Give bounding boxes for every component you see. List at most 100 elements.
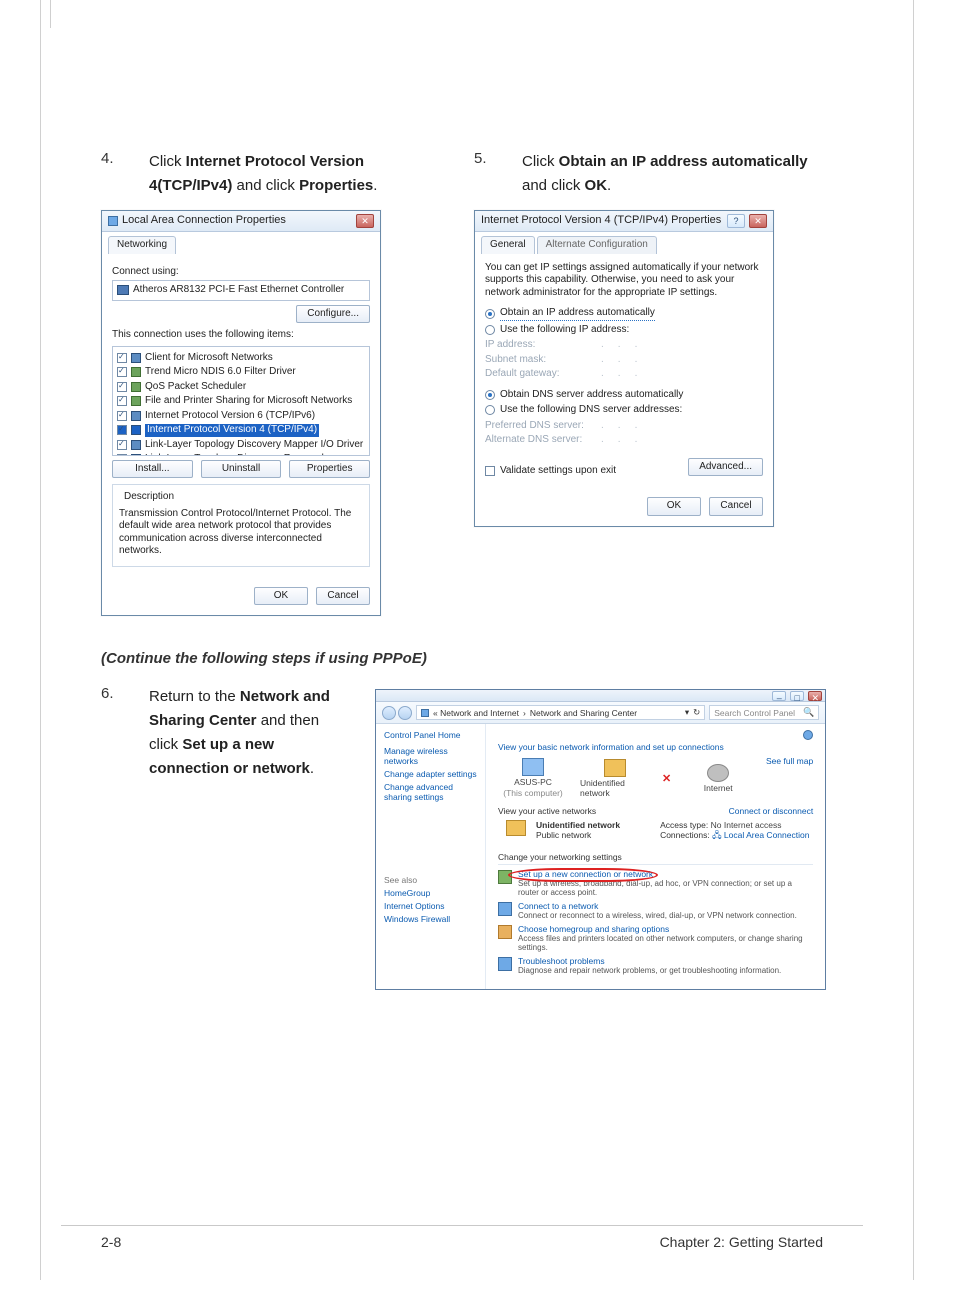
checkbox-icon[interactable] <box>117 396 127 406</box>
back-icon[interactable] <box>382 706 396 720</box>
help-icon[interactable]: ? <box>727 214 745 228</box>
main-header: View your basic network information and … <box>498 742 813 752</box>
minimize-icon[interactable]: – <box>772 691 786 701</box>
checkbox-icon[interactable] <box>117 353 127 363</box>
checkbox-icon[interactable] <box>117 382 127 392</box>
sidebar-link[interactable]: HomeGroup <box>384 888 477 898</box>
advanced-button[interactable]: Advanced... <box>688 458 763 477</box>
list-item[interactable]: Trend Micro NDIS 6.0 Filter Driver <box>117 365 365 380</box>
properties-button[interactable]: Properties <box>289 460 370 479</box>
radio-auto-ip[interactable]: Obtain an IP address automatically <box>485 307 763 321</box>
list-item[interactable]: Link-Layer Topology Discovery Mapper I/O… <box>117 438 365 453</box>
see-full-map-link[interactable]: See full map <box>753 756 813 766</box>
sidebar-home[interactable]: Control Panel Home <box>384 730 477 740</box>
control-panel-sidebar: Control Panel Home Manage wireless netwo… <box>376 724 486 989</box>
component-icon <box>131 382 141 392</box>
radio-auto-dns[interactable]: Obtain DNS server address automatically <box>485 389 763 402</box>
radio-icon[interactable] <box>485 405 495 415</box>
component-icon <box>131 425 141 435</box>
component-icon <box>131 353 141 363</box>
map-node-internet: Internet <box>683 764 753 793</box>
step4-number: 4. <box>101 150 131 198</box>
close-icon[interactable]: ✕ <box>808 691 822 701</box>
component-icon <box>131 411 141 421</box>
cancel-button[interactable]: Cancel <box>709 497 763 516</box>
globe-icon <box>707 764 729 782</box>
list-item[interactable]: Internet Protocol Version 6 (TCP/IPv6) <box>117 409 365 424</box>
tab-general[interactable]: General <box>481 236 535 254</box>
step5-text: Click Obtain an IP address automatically… <box>522 150 823 198</box>
tab-alternate[interactable]: Alternate Configuration <box>537 236 657 254</box>
description-text: Transmission Control Protocol/Internet P… <box>119 508 363 558</box>
maximize-icon[interactable]: □ <box>790 691 804 701</box>
pref-dns-row: Preferred DNS server:... <box>485 420 763 433</box>
sidebar-link[interactable]: Change advanced sharing settings <box>384 782 477 802</box>
task-icon <box>498 870 512 884</box>
list-item-selected[interactable]: Internet Protocol Version 4 (TCP/IPv4) <box>117 423 365 438</box>
list-item[interactable]: File and Printer Sharing for Microsoft N… <box>117 394 365 409</box>
uninstall-button[interactable]: Uninstall <box>201 460 282 479</box>
map-node-pc: ASUS-PC (This computer) <box>498 758 568 798</box>
lac-window: Local Area Connection Properties ✕ Netwo… <box>101 210 381 616</box>
cancel-button[interactable]: Cancel <box>316 587 370 606</box>
close-icon[interactable]: ✕ <box>356 214 374 228</box>
ok-button[interactable]: OK <box>647 497 701 516</box>
help-icon[interactable] <box>803 730 813 740</box>
checkbox-icon[interactable] <box>485 466 495 476</box>
window-icon <box>108 216 118 226</box>
sidebar-link[interactable]: Change adapter settings <box>384 769 477 779</box>
radio-use-dns[interactable]: Use the following DNS server addresses: <box>485 404 763 417</box>
description-legend: Description <box>121 491 177 504</box>
install-button[interactable]: Install... <box>112 460 193 479</box>
connection-items-list[interactable]: Client for Microsoft Networks Trend Micr… <box>112 346 370 456</box>
checkbox-icon[interactable] <box>117 454 127 455</box>
checkbox-icon[interactable] <box>117 425 127 435</box>
task-homegroup[interactable]: Choose homegroup and sharing options Acc… <box>498 924 813 952</box>
ipv4-title: Internet Protocol Version 4 (TCP/IPv4) P… <box>481 214 723 228</box>
list-item[interactable]: Client for Microsoft Networks <box>117 351 365 366</box>
breadcrumb[interactable]: « Network and Internet› Network and Shar… <box>416 705 705 720</box>
subnet-row: Subnet mask:... <box>485 354 763 367</box>
see-also-label: See also <box>384 875 477 885</box>
connect-using-label: Connect using: <box>112 266 370 279</box>
connect-disconnect-link[interactable]: Connect or disconnect <box>729 806 814 816</box>
ip-address-row: IP address:... <box>485 339 763 352</box>
radio-icon[interactable] <box>485 390 495 400</box>
search-input[interactable]: Search Control Panel 🔍 <box>709 705 819 720</box>
task-icon <box>498 925 512 939</box>
checkbox-icon[interactable] <box>117 440 127 450</box>
lac-title: Local Area Connection Properties <box>122 214 352 228</box>
sidebar-link[interactable]: Internet Options <box>384 901 477 911</box>
tab-networking[interactable]: Networking <box>108 236 176 254</box>
radio-use-ip[interactable]: Use the following IP address: <box>485 324 763 337</box>
configure-button[interactable]: Configure... <box>296 305 370 324</box>
adapter-icon <box>117 285 129 295</box>
network-sharing-center-window: – □ ✕ « Network and Internet› Network an… <box>375 689 826 990</box>
sidebar-link[interactable]: Windows Firewall <box>384 914 477 924</box>
radio-icon[interactable] <box>485 309 495 319</box>
checkbox-icon[interactable] <box>117 411 127 421</box>
task-setup-connection[interactable]: Set up a new connection or network Set u… <box>498 869 813 897</box>
gateway-row: Default gateway:... <box>485 368 763 381</box>
checkbox-icon[interactable] <box>117 367 127 377</box>
task-connect-network[interactable]: Connect to a network Connect or reconnec… <box>498 901 813 920</box>
step-4: 4. Click Internet Protocol Version 4(TCP… <box>101 150 450 198</box>
list-item[interactable]: Link-Layer Topology Discovery Responder <box>117 452 365 456</box>
task-icon <box>498 902 512 916</box>
chapter-title: Chapter 2: Getting Started <box>660 1234 823 1250</box>
component-icon <box>131 440 141 450</box>
ok-button[interactable]: OK <box>254 587 308 606</box>
network-icon <box>604 759 626 777</box>
task-troubleshoot[interactable]: Troubleshoot problems Diagnose and repai… <box>498 956 813 975</box>
list-item[interactable]: QoS Packet Scheduler <box>117 380 365 395</box>
radio-icon[interactable] <box>485 325 495 335</box>
sidebar-link[interactable]: Manage wireless networks <box>384 746 477 766</box>
forward-icon[interactable] <box>398 706 412 720</box>
page-number: 2-8 <box>101 1234 121 1250</box>
step5-number: 5. <box>474 150 504 198</box>
connection-link[interactable]: 🖧 Local Area Connection <box>712 830 809 840</box>
validate-checkbox[interactable]: Validate settings upon exit <box>485 465 616 478</box>
component-icon <box>131 396 141 406</box>
component-icon <box>131 454 141 455</box>
close-icon[interactable]: ✕ <box>749 214 767 228</box>
